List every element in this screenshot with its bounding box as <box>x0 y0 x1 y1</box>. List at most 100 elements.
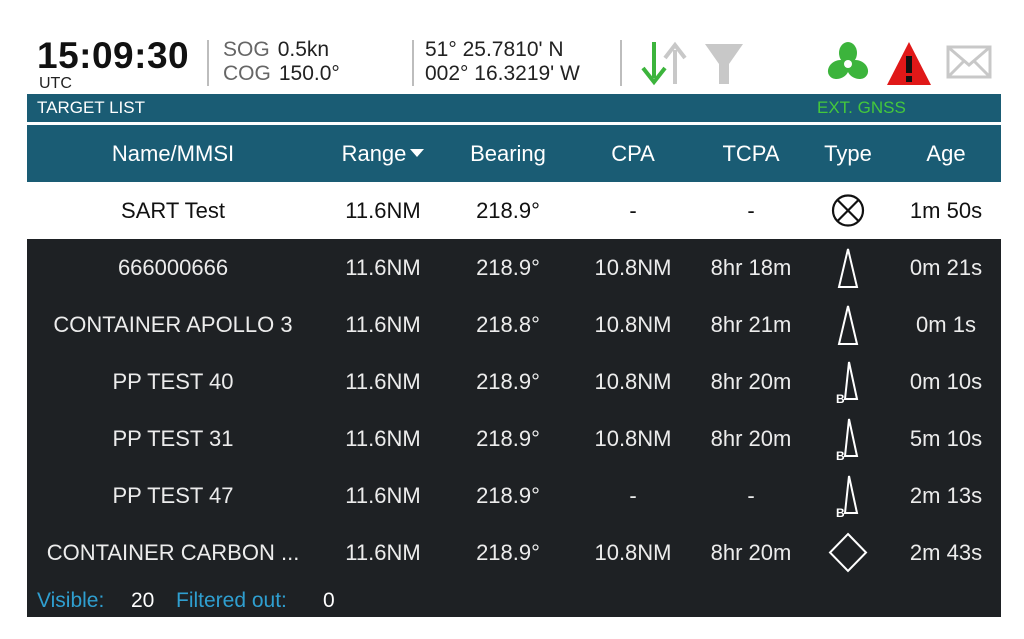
cell-tcpa: 8hr 20m <box>710 540 792 565</box>
class-a-vessel-icon <box>837 248 859 288</box>
base-station-icon <box>828 532 868 573</box>
fan-icon[interactable] <box>825 42 871 86</box>
filtered-count-label: Filtered out: <box>176 589 287 612</box>
cell-name: 666000666 <box>117 255 229 280</box>
cell-tcpa: - <box>747 198 755 223</box>
column-header-range[interactable]: Range <box>319 125 447 182</box>
ais-target-list-screen: 15:09:30 UTC SOG 0.5kn COG 150.0° 51° 25.7… <box>27 30 1001 617</box>
cell-bearing: 218.8° <box>476 312 540 337</box>
cell-age: 0m 21s <box>909 255 983 280</box>
clock: 15:09:30 UTC <box>37 35 190 92</box>
divider <box>207 40 209 86</box>
filtered-count-value: 0 <box>323 589 335 612</box>
table-row[interactable]: 666000666 11.6NM 218.9° 10.8NM 8hr 18m 0… <box>27 239 1001 296</box>
longitude-value: 002° 16.3219' W <box>425 62 580 85</box>
cell-bearing: 218.9° <box>476 426 540 451</box>
class-b-vessel-icon: B <box>836 361 859 406</box>
cell-type: B <box>805 410 891 467</box>
cell-cpa: - <box>629 483 637 508</box>
svg-text:B: B <box>836 506 845 520</box>
divider <box>412 40 414 86</box>
speed-course-readout: SOG 0.5kn COG 150.0° <box>223 38 340 86</box>
target-list: SART Test 11.6NM 218.9° - - 1m 50s 66600… <box>27 182 1001 617</box>
gnss-source-indicator: EXT. GNSS <box>817 98 906 117</box>
cell-cpa: 10.8NM <box>594 540 672 565</box>
column-header-age[interactable]: Age <box>891 125 1001 182</box>
cell-age: 0m 1s <box>916 312 976 337</box>
cell-name: PP TEST 40 <box>112 369 234 394</box>
transfer-arrows-icon[interactable] <box>637 38 689 88</box>
cell-tcpa: 8hr 18m <box>710 255 792 280</box>
cell-bearing: 218.9° <box>476 369 540 394</box>
table-row[interactable]: PP TEST 31 11.6NM 218.9° 10.8NM 8hr 20m … <box>27 410 1001 467</box>
cell-range: 11.6NM <box>345 255 421 280</box>
cell-tcpa: 8hr 20m <box>710 426 792 451</box>
cell-type <box>805 296 891 353</box>
cell-age: 0m 10s <box>909 369 983 394</box>
envelope-icon[interactable] <box>945 44 993 82</box>
cell-cpa: 10.8NM <box>594 369 672 394</box>
divider <box>620 40 622 86</box>
sog-value: 0.5kn <box>277 38 330 61</box>
column-header-type[interactable]: Type <box>805 125 891 182</box>
title-bar: TARGET LIST EXT. GNSS <box>27 94 1001 122</box>
class-b-vessel-icon: B <box>836 475 859 520</box>
position-readout: 51° 25.7810' N 002° 16.3219' W <box>425 38 580 86</box>
cell-name: CONTAINER CARBON ... <box>46 540 300 565</box>
cell-cpa: 10.8NM <box>594 255 672 280</box>
class-b-vessel-icon: B <box>836 418 859 463</box>
cell-name: PP TEST 31 <box>112 426 234 451</box>
column-header-cpa[interactable]: CPA <box>569 125 697 182</box>
antenna-icon[interactable] <box>701 40 747 86</box>
visible-count-value: 20 <box>131 589 155 612</box>
list-summary: Visible: 20 Filtered out: 0 <box>27 585 1001 617</box>
cell-name: PP TEST 47 <box>112 483 234 508</box>
cell-range: 11.6NM <box>345 426 421 451</box>
visible-count-label: Visible: <box>37 589 105 612</box>
column-header-bearing[interactable]: Bearing <box>447 125 569 182</box>
column-header-name[interactable]: Name/MMSI <box>27 125 319 182</box>
cell-range: 11.6NM <box>345 198 421 223</box>
cog-label: COG <box>223 62 271 85</box>
class-a-vessel-icon <box>837 305 859 345</box>
cell-age: 1m 50s <box>909 198 983 223</box>
time-zone-label: UTC <box>39 75 72 92</box>
svg-text:B: B <box>836 449 845 463</box>
svg-text:B: B <box>836 392 845 406</box>
cell-range: 11.6NM <box>345 369 421 394</box>
sart-icon <box>831 194 865 227</box>
cell-type <box>805 239 891 296</box>
warning-icon[interactable] <box>885 40 933 88</box>
table-header: Name/MMSI Range Bearing CPA TCPA Type Ag… <box>27 125 1001 182</box>
sog-label: SOG <box>223 38 270 61</box>
time-value: 15:09:30 <box>37 35 190 76</box>
cell-range: 11.6NM <box>345 540 421 565</box>
table-row[interactable]: CONTAINER APOLLO 3 11.6NM 218.8° 10.8NM … <box>27 296 1001 353</box>
cell-range: 11.6NM <box>345 312 421 337</box>
cell-cpa: 10.8NM <box>594 426 672 451</box>
table-row[interactable]: PP TEST 40 11.6NM 218.9° 10.8NM 8hr 20m … <box>27 353 1001 410</box>
cell-bearing: 218.9° <box>476 198 540 223</box>
cell-tcpa: 8hr 20m <box>710 369 792 394</box>
column-header-range-label: Range <box>341 141 407 166</box>
cell-bearing: 218.9° <box>476 483 540 508</box>
cog-value: 150.0° <box>278 62 340 85</box>
cell-range: 11.6NM <box>345 483 421 508</box>
table-row-selected[interactable]: SART Test 11.6NM 218.9° - - 1m 50s <box>27 182 1001 239</box>
cell-name: SART Test <box>121 198 225 223</box>
page-title: TARGET LIST <box>37 98 146 117</box>
cell-tcpa: 8hr 21m <box>710 312 792 337</box>
cell-tcpa: - <box>747 483 755 508</box>
cell-type: B <box>805 353 891 410</box>
sort-descending-icon <box>410 149 425 158</box>
column-header-tcpa[interactable]: TCPA <box>697 125 805 182</box>
table-row[interactable]: CONTAINER CARBON ... 11.6NM 218.9° 10.8N… <box>27 524 1001 581</box>
table-row[interactable]: PP TEST 47 11.6NM 218.9° - - B 2m 13s <box>27 467 1001 524</box>
cell-cpa: 10.8NM <box>594 312 672 337</box>
cell-type: B <box>805 467 891 524</box>
cell-age: 5m 10s <box>909 426 983 451</box>
cell-age: 2m 43s <box>909 540 983 565</box>
cell-bearing: 218.9° <box>476 255 540 280</box>
cell-type <box>805 182 891 239</box>
cell-type <box>805 524 891 581</box>
